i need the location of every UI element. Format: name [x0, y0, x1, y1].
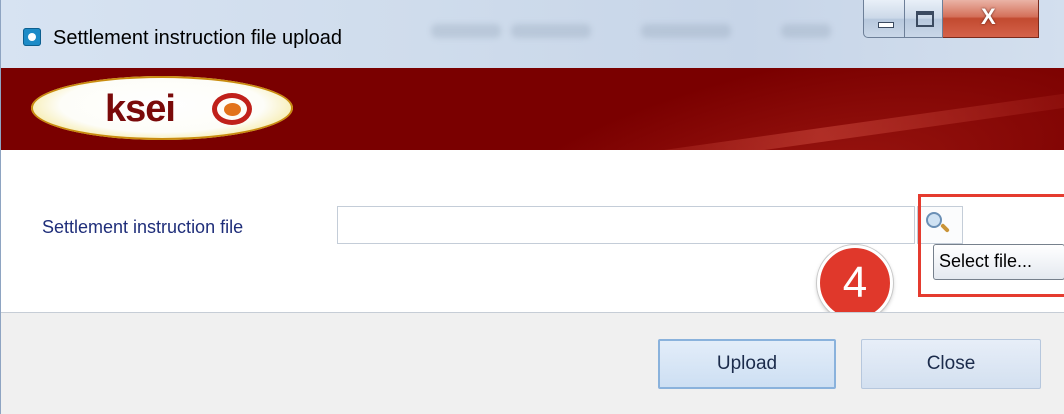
background-blur	[511, 24, 591, 38]
minimize-button[interactable]	[863, 0, 905, 38]
window-controls: X	[863, 0, 1039, 46]
step-number-badge: 4	[817, 245, 893, 321]
ksei-logo: ksei	[31, 76, 293, 140]
title-bar[interactable]: Settlement instruction file upload X	[1, 0, 1064, 68]
close-icon: X	[981, 4, 996, 29]
logo-text: ksei	[105, 88, 176, 130]
app-icon	[23, 28, 41, 46]
background-blur	[781, 24, 831, 38]
annotation-highlight-box	[918, 194, 1064, 297]
background-blur	[431, 24, 501, 38]
upload-button[interactable]: Upload	[658, 339, 836, 389]
file-field-label: Settlement instruction file	[42, 217, 244, 237]
background-blur	[641, 24, 731, 38]
header-banner: ksei	[1, 68, 1064, 150]
maximize-icon	[916, 11, 934, 27]
maximize-button[interactable]	[905, 0, 943, 38]
upload-dialog-window: Settlement instruction file upload X kse…	[0, 0, 1064, 414]
logo-swirl-icon	[212, 93, 252, 125]
close-button[interactable]: Close	[861, 339, 1041, 389]
window-title: Settlement instruction file upload	[53, 27, 343, 49]
file-path-input[interactable]	[337, 206, 915, 244]
minimize-icon	[878, 22, 894, 28]
close-window-button[interactable]: X	[943, 0, 1039, 38]
